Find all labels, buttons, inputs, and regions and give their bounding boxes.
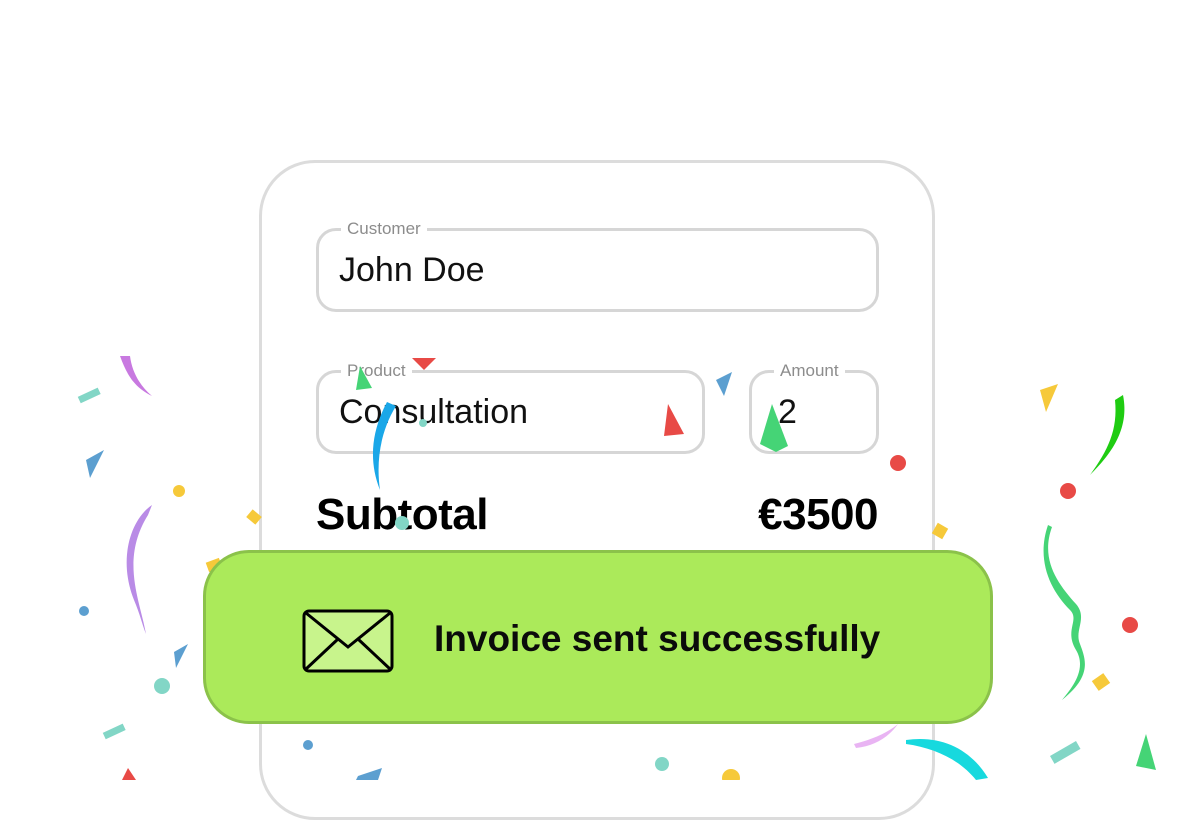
- customer-label: Customer: [341, 218, 427, 240]
- subtotal-value: €3500: [758, 490, 878, 539]
- product-label: Product: [341, 360, 412, 382]
- envelope-icon: [302, 609, 394, 673]
- product-field[interactable]: Product Consultation: [316, 360, 705, 454]
- product-value: Consultation: [339, 393, 529, 431]
- success-toast: Invoice sent successfully: [203, 550, 993, 724]
- customer-field[interactable]: Customer John Doe: [316, 218, 879, 312]
- amount-value: 2: [778, 393, 797, 431]
- customer-value: John Doe: [339, 251, 485, 289]
- amount-field[interactable]: Amount 2: [749, 360, 879, 454]
- subtotal-label: Subtotal: [316, 490, 488, 539]
- toast-message: Invoice sent successfully: [434, 618, 881, 659]
- amount-label: Amount: [774, 360, 845, 382]
